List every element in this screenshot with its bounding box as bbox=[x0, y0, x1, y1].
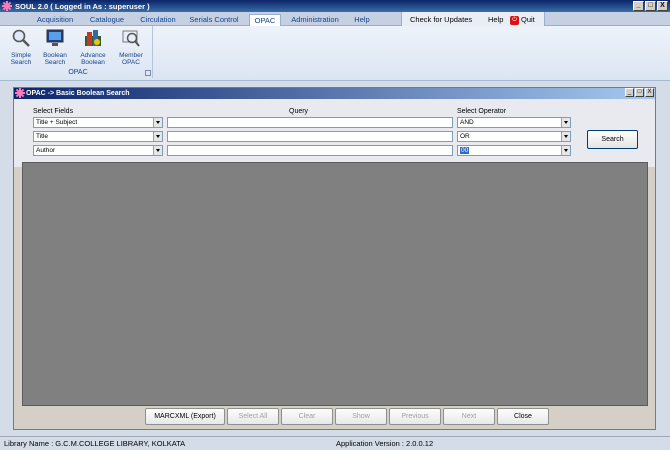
check-updates-button[interactable]: Check for Updates bbox=[410, 14, 472, 25]
status-bar: Library Name : G.C.M.COLLEGE LIBRARY, KO… bbox=[0, 436, 670, 450]
operator-select-1[interactable]: AND bbox=[457, 117, 571, 128]
search-form: Select Fields Query Select Operator Titl… bbox=[14, 99, 655, 167]
tab-circulation[interactable]: Circulation bbox=[136, 14, 180, 26]
quit-label: Quit bbox=[521, 15, 535, 24]
field-select-3-value: Author bbox=[36, 147, 56, 154]
application-version: Application Version : 2.0.0.12 bbox=[336, 439, 434, 448]
field-select-1[interactable]: Title + Subject bbox=[33, 117, 163, 128]
marcxml-export-button[interactable]: MARCXML (Export) bbox=[145, 408, 225, 425]
results-panel bbox=[22, 162, 648, 406]
library-name: Library Name : G.C.M.COLLEGE LIBRARY, KO… bbox=[4, 439, 186, 448]
field-select-1-value: Title + Subject bbox=[36, 119, 78, 126]
operator-select-3[interactable]: 00 bbox=[457, 145, 571, 156]
tab-catalogue[interactable]: Catalogue bbox=[86, 14, 128, 26]
search-button[interactable]: Search bbox=[587, 130, 638, 149]
member-opac-label-1: Member bbox=[119, 52, 143, 59]
simple-search-button[interactable]: Simple Search bbox=[4, 28, 38, 66]
select-operator-header: Select Operator bbox=[457, 108, 507, 115]
tab-acquisition[interactable]: Acquisition bbox=[33, 14, 77, 26]
tab-serials-control[interactable]: Serials Control bbox=[186, 14, 242, 26]
monitor-icon bbox=[46, 29, 64, 46]
query-header: Query bbox=[289, 108, 309, 115]
group-launcher-icon[interactable] bbox=[145, 70, 151, 76]
ribbon-tab-bar: Acquisition Catalogue Circulation Serial… bbox=[0, 12, 670, 26]
action-button-bar: MARCXML (Export) Select All Clear Show P… bbox=[145, 408, 549, 425]
operator-select-1-value: AND bbox=[460, 119, 474, 126]
utility-controls: Check for Updates Help ⏻ Quit bbox=[401, 12, 545, 26]
magnifier-icon bbox=[12, 29, 30, 47]
soul-logo-icon bbox=[15, 88, 25, 98]
clear-button[interactable]: Clear bbox=[281, 408, 333, 425]
power-icon: ⏻ bbox=[510, 15, 519, 25]
chevron-down-icon[interactable] bbox=[561, 118, 570, 127]
window-title: SOUL 2.0 ( Logged in As : superuser ) bbox=[15, 1, 150, 11]
group-label: OPAC bbox=[68, 69, 88, 76]
chevron-down-icon[interactable] bbox=[561, 132, 570, 141]
select-fields-header: Select Fields bbox=[33, 108, 74, 115]
inner-window-title: OPAC -> Basic Boolean Search bbox=[26, 90, 130, 97]
inner-title-bar: OPAC -> Basic Boolean Search _ □ X bbox=[14, 88, 655, 99]
query-input-1[interactable] bbox=[167, 117, 453, 128]
simple-search-label-1: Simple bbox=[11, 52, 31, 59]
opac-group: Simple Search Boolean Search Advance Boo… bbox=[3, 26, 153, 78]
member-opac-button[interactable]: Member OPAC bbox=[114, 28, 148, 66]
next-button[interactable]: Next bbox=[443, 408, 495, 425]
chevron-down-icon[interactable] bbox=[153, 146, 162, 155]
books-icon bbox=[85, 30, 101, 46]
app-title-bar: SOUL 2.0 ( Logged in As : superuser ) _ … bbox=[0, 0, 670, 12]
window-controls: _ □ X bbox=[633, 1, 668, 11]
soul-logo-icon bbox=[2, 1, 12, 11]
member-search-icon bbox=[122, 30, 140, 47]
field-select-2-value: Title bbox=[36, 133, 49, 140]
field-select-3[interactable]: Author bbox=[33, 145, 163, 156]
boolean-search-label-1: Boolean bbox=[43, 52, 67, 59]
advance-boolean-button[interactable]: Advance Boolean bbox=[76, 28, 110, 66]
previous-button[interactable]: Previous bbox=[389, 408, 441, 425]
inner-window-controls: _ □ X bbox=[625, 88, 654, 97]
tab-opac[interactable]: OPAC bbox=[249, 14, 281, 26]
inner-minimize-button[interactable]: _ bbox=[625, 88, 634, 97]
inner-maximize-button[interactable]: □ bbox=[635, 88, 644, 97]
tab-help[interactable]: Help bbox=[350, 14, 374, 26]
show-button[interactable]: Show bbox=[335, 408, 387, 425]
close-button[interactable]: X bbox=[657, 1, 668, 11]
operator-select-3-value: 00 bbox=[460, 147, 470, 154]
chevron-down-icon[interactable] bbox=[153, 118, 162, 127]
basic-boolean-search-window: OPAC -> Basic Boolean Search _ □ X Selec… bbox=[13, 87, 656, 430]
advance-boolean-label-2: Boolean bbox=[81, 59, 105, 66]
query-input-3[interactable] bbox=[167, 145, 453, 156]
chevron-down-icon[interactable] bbox=[153, 132, 162, 141]
minimize-button[interactable]: _ bbox=[633, 1, 644, 11]
ribbon-panel: Simple Search Boolean Search Advance Boo… bbox=[0, 26, 670, 81]
quit-button[interactable]: ⏻ Quit bbox=[510, 14, 535, 25]
simple-search-label-2: Search bbox=[10, 59, 32, 66]
field-select-2[interactable]: Title bbox=[33, 131, 163, 142]
query-input-2[interactable] bbox=[167, 131, 453, 142]
advance-boolean-label-1: Advance bbox=[80, 52, 106, 59]
operator-select-2-value: OR bbox=[460, 133, 470, 140]
select-all-button[interactable]: Select All bbox=[227, 408, 279, 425]
maximize-button[interactable]: □ bbox=[645, 1, 656, 11]
tab-administration[interactable]: Administration bbox=[287, 14, 343, 26]
help-button[interactable]: Help bbox=[488, 14, 503, 25]
operator-select-2[interactable]: OR bbox=[457, 131, 571, 142]
chevron-down-icon[interactable] bbox=[561, 146, 570, 155]
close-window-button[interactable]: Close bbox=[497, 408, 549, 425]
member-opac-label-2: OPAC bbox=[122, 59, 140, 66]
inner-close-button[interactable]: X bbox=[645, 88, 654, 97]
boolean-search-label-2: Search bbox=[44, 59, 66, 66]
boolean-search-button[interactable]: Boolean Search bbox=[38, 28, 72, 66]
